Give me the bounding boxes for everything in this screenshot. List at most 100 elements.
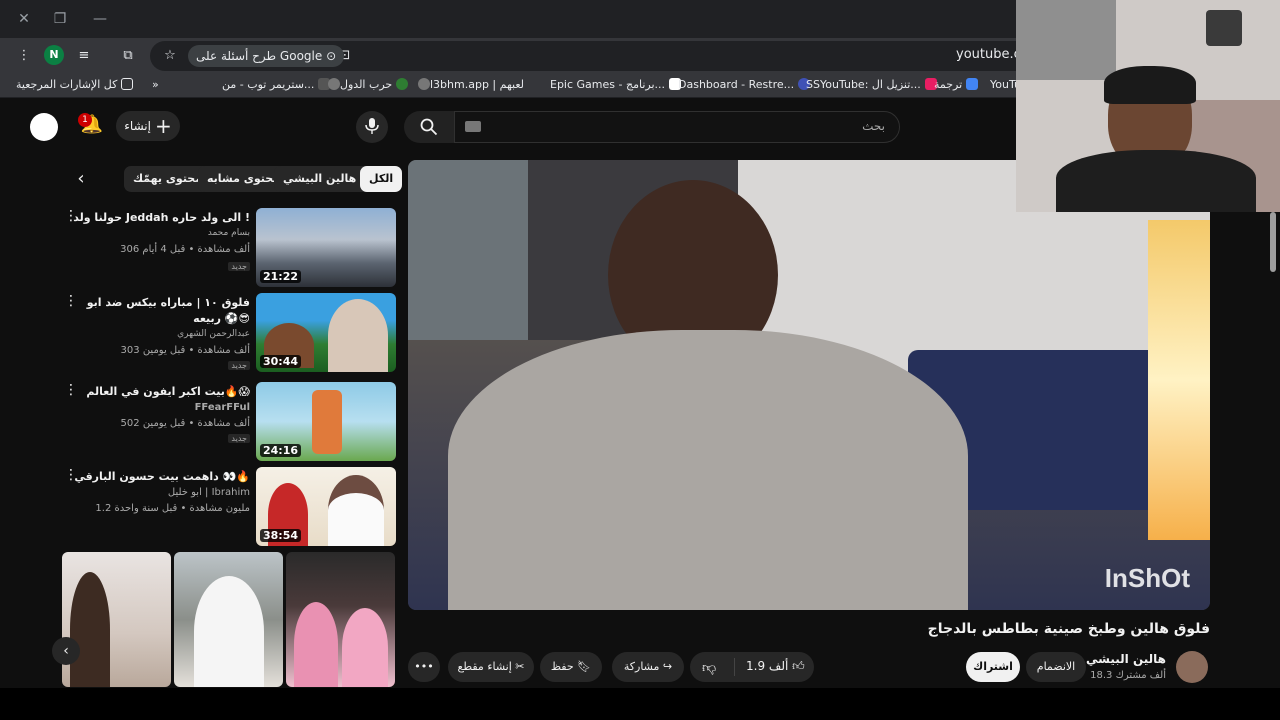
globe-icon: [418, 78, 430, 90]
subscribe-button[interactable]: اشتراك: [966, 652, 1020, 682]
related-thumbnail[interactable]: 30:44: [256, 293, 396, 372]
like-icon: 👍︎: [792, 659, 805, 673]
related-title[interactable]: بيت اكبر ايفون في العالم🔥😱: [70, 384, 250, 400]
dislike-icon[interactable]: 👎︎: [702, 659, 716, 676]
maximize-icon[interactable]: ❐: [50, 9, 70, 29]
related-thumbnail[interactable]: 24:16: [256, 382, 396, 461]
duration-badge: 21:22: [260, 270, 302, 283]
microphone-icon: [365, 118, 379, 134]
channel-name[interactable]: هالين البيشي: [1086, 652, 1166, 666]
voice-search-button[interactable]: [356, 111, 388, 143]
webcam-background: [1016, 0, 1116, 80]
related-channel[interactable]: FFearFFul: [195, 402, 250, 413]
browser-titlebar: ✕ ❐ —: [0, 0, 1016, 38]
account-avatar[interactable]: [30, 113, 58, 141]
search-placeholder: بحث: [862, 119, 885, 133]
related-video[interactable]: ⋮ بيت اكبر ايفون في العالم🔥😱 FFearFFul 5…: [60, 382, 400, 462]
profile-avatar[interactable]: N: [44, 45, 64, 65]
clip-button[interactable]: إنشاء مقطع ✂: [448, 652, 534, 682]
site-icon: [396, 78, 409, 90]
bookmark-label: l3bhm.app | لعبهم: [430, 78, 525, 91]
channel-avatar[interactable]: [1176, 651, 1208, 683]
video-frame-body: [448, 330, 968, 610]
video-player[interactable]: InShOt: [408, 160, 1210, 610]
new-badge: جديد: [228, 262, 250, 271]
thumbnail-person: [328, 299, 388, 372]
create-button[interactable]: إنشاء +: [116, 111, 180, 141]
related-title[interactable]: حولنا ولد Jeddah الى ولد حاره !: [70, 210, 250, 226]
webcam-overlay: [1016, 0, 1280, 212]
bookmark-all[interactable]: كل الإشارات المرجعية: [16, 78, 134, 91]
scrollbar[interactable]: [1270, 212, 1276, 272]
bookmark-item[interactable]: ستريمر توب - من...: [222, 78, 331, 91]
folder-icon: [121, 78, 134, 90]
like-button[interactable]: 1.9 ألف 👍︎: [746, 659, 805, 674]
bookmark-label: Epic Games - برنامج...: [550, 78, 666, 91]
divider: [734, 658, 735, 676]
tab-search-icon[interactable]: ≡: [74, 46, 94, 66]
bookmark-item[interactable]: ترجمة: [934, 78, 979, 91]
save-label: حفظ: [550, 660, 574, 673]
close-icon[interactable]: ✕: [14, 9, 34, 29]
subscriber-count: 18.3 ألف مشترك: [1090, 670, 1166, 681]
bookmark-item[interactable]: حرب الدول: [324, 78, 409, 91]
bookmarks-overflow-icon[interactable]: »: [152, 78, 159, 91]
bookmark-star-icon[interactable]: ☆: [160, 46, 180, 66]
minimize-icon[interactable]: —: [90, 9, 110, 29]
related-video[interactable]: ⋮ حولنا ولد Jeddah الى ولد حاره ! بسام م…: [60, 208, 400, 288]
thumbnail-person: [342, 608, 388, 687]
bookmark-item[interactable]: Epic Games - برنامج...: [550, 78, 682, 91]
search-button[interactable]: [404, 111, 454, 143]
bookmark-label: كل الإشارات المرجعية: [16, 78, 118, 91]
scissors-icon: ✂: [515, 660, 525, 673]
thumbnail-person: [328, 475, 384, 546]
short-thumbnail[interactable]: [174, 552, 283, 687]
related-meta: 303 ألف مشاهدة • قبل يومين: [120, 345, 250, 356]
short-thumbnail[interactable]: [286, 552, 395, 687]
bookmark-item[interactable]: l3bhm.app | لعبهم: [414, 78, 524, 91]
related-title[interactable]: فلوق ١٠ | مباراه بيكس ضد ابو ربيعه ⚽😎: [70, 295, 250, 327]
plus-icon: +: [154, 114, 172, 138]
thumbnail-person: [194, 576, 264, 687]
related-meta: 1.2 مليون مشاهدة • قبل سنة واحدة: [95, 503, 250, 514]
chevron-left-icon[interactable]: ‹: [52, 637, 80, 665]
join-button[interactable]: الانضمام: [1026, 652, 1086, 682]
share-label: مشاركة: [623, 660, 660, 673]
related-channel[interactable]: ابو خليل | Ibrahim: [168, 487, 250, 498]
bookmarks-bar: كل الإشارات المرجعية » ستريمر توب - من..…: [0, 74, 1021, 98]
chip-all[interactable]: الكل: [360, 166, 403, 192]
bookmark-label: ستريمر توب - من...: [222, 78, 315, 91]
bookmark-label: Dashboard - Restre...: [678, 78, 795, 91]
video-frame-light: [1148, 220, 1210, 540]
like-count: 1.9 ألف: [746, 659, 789, 673]
bookmark-item[interactable]: SSYouTube: تنزيل ال...: [806, 78, 937, 91]
related-channel[interactable]: عبدالرحمن الشهري: [177, 329, 250, 339]
related-thumbnail[interactable]: 38:54: [256, 467, 396, 546]
more-actions-icon[interactable]: •••: [408, 652, 440, 682]
bookmark-label: حرب الدول: [340, 78, 393, 91]
ask-google-button[interactable]: طرح أسئلة على Google ⊙: [188, 45, 345, 67]
extensions-icon[interactable]: ⋮: [14, 46, 34, 66]
search-input[interactable]: بحث: [454, 111, 900, 143]
related-video[interactable]: ⋮ فلوق ١٠ | مباراه بيكس ضد ابو ربيعه ⚽😎 …: [60, 293, 400, 373]
related-thumbnail[interactable]: 21:22: [256, 208, 396, 287]
related-title[interactable]: داهمت بيت حسون البارقي 👀🔥: [70, 469, 250, 485]
thumbnail-person: [294, 602, 338, 687]
short-thumbnail[interactable]: [62, 552, 171, 687]
related-video[interactable]: ⋮ داهمت بيت حسون البارقي 👀🔥 ابو خليل | I…: [60, 467, 400, 547]
related-meta: 306 ألف مشاهدة • قبل 4 أيام: [120, 244, 250, 255]
related-channel[interactable]: بسام محمد: [208, 228, 250, 238]
duration-badge: 24:16: [260, 444, 302, 457]
duration-badge: 38:54: [260, 529, 302, 542]
share-button[interactable]: مشاركة ↪: [612, 652, 684, 682]
bookmark-item[interactable]: Dashboard - Restre...: [678, 78, 811, 91]
ask-google-label: طرح أسئلة على Google: [196, 49, 323, 63]
new-badge: جديد: [228, 361, 250, 370]
translate-icon: [966, 78, 979, 90]
save-button[interactable]: حفظ 🔖︎: [540, 652, 602, 682]
chevron-left-icon[interactable]: ‹: [70, 168, 92, 190]
keyboard-icon[interactable]: [465, 121, 481, 132]
open-in-window-icon[interactable]: ⧉: [118, 46, 138, 66]
related-meta: 502 ألف مشاهدة • قبل يومين: [120, 418, 250, 429]
screen: ✕ ❐ — ⋮ N ≡ ⧉ ☆ ⊡ طرح أسئلة على Google ⊙…: [0, 0, 1280, 720]
